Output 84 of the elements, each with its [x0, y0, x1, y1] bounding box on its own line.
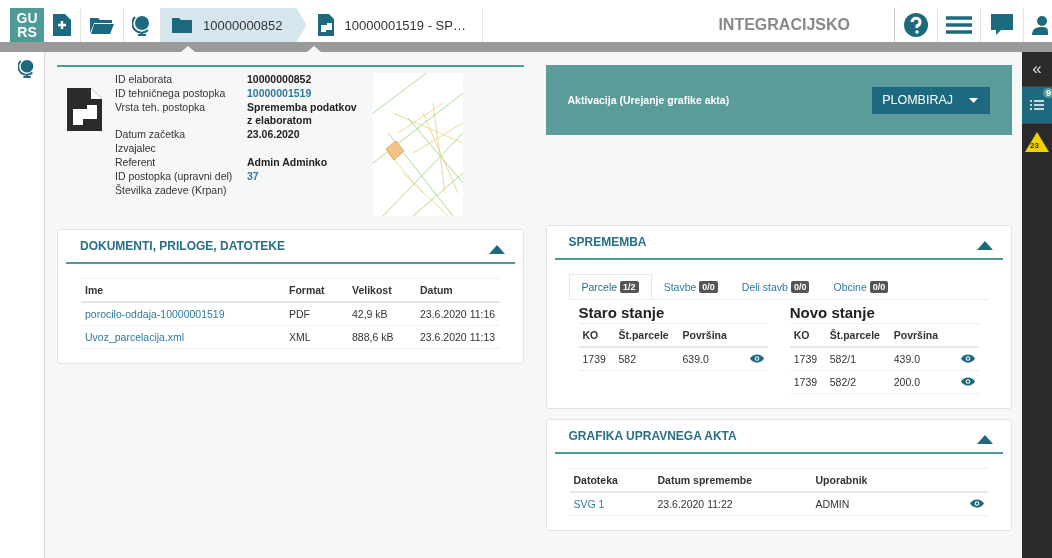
count-badge: 1/2 — [620, 281, 639, 293]
table-cell: 23.6.2020 11:22 — [657, 498, 733, 510]
logo: GU RS — [10, 8, 44, 42]
field-value: 10000000852 — [247, 73, 313, 86]
tab-pointer — [181, 46, 195, 52]
tab[interactable]: Obcine 0/0 — [821, 274, 901, 299]
eye-icon[interactable] — [749, 354, 764, 363]
table-cell: 439.0 — [893, 353, 921, 365]
file-link[interactable]: Uvoz_parcelacija.xml — [85, 331, 185, 343]
file-link[interactable]: SVG 1 — [573, 498, 605, 510]
table-cell: 1739 — [582, 353, 606, 365]
card-title: DOKUMENTI, PRILOGE, DATOTEKE — [80, 239, 285, 253]
activation-label: Aktivacija (Urejanje grafike akta) — [567, 94, 730, 106]
column-header: Površina — [889, 323, 953, 347]
field-value: Admin Adminko — [247, 156, 329, 169]
field-label: Številka zadeve (Krpan) — [115, 184, 228, 197]
column-header: Datoteka — [569, 468, 654, 492]
card-title: GRAFIKA UPRAVNEGA AKTA — [568, 429, 737, 443]
column-header: Št.parcele — [825, 323, 890, 347]
column-header: Ime — [81, 278, 285, 302]
warning-count: 23 — [1030, 141, 1039, 150]
checklist-icon[interactable] — [1030, 99, 1044, 111]
document-icon — [316, 13, 335, 37]
table-cell: ADMIN — [815, 498, 850, 510]
eye-icon[interactable] — [961, 377, 975, 386]
column-header: Površina — [678, 323, 742, 347]
tab[interactable]: Deli stavb 0/0 — [729, 274, 822, 299]
table-cell: 200.0 — [893, 376, 921, 388]
field-value: 23.06.2020 — [247, 128, 301, 141]
card-title: SPREMEMBA — [568, 235, 647, 249]
environment-label: INTEGRACIJSKO — [718, 16, 850, 34]
table-cell: 582 — [618, 353, 637, 365]
column-header: Format — [285, 278, 348, 302]
field-link[interactable]: 37 — [247, 170, 357, 183]
seal-button[interactable]: PLOMBIRAJ — [872, 86, 990, 114]
field-label: ID tehničnega postopka — [115, 87, 227, 100]
file-link[interactable]: porocilo-oddaja-10000001519 — [85, 308, 225, 320]
collapse-toggle-icon[interactable] — [488, 244, 505, 254]
folder-icon — [171, 16, 193, 34]
table-cell: 42,9 kB — [352, 308, 388, 320]
tab[interactable]: Stavbe 0/0 — [651, 274, 730, 299]
field-label: ID elaborata — [115, 73, 174, 86]
column-header: Datum spremembe — [653, 468, 812, 492]
table-cell: 1739 — [793, 376, 818, 388]
field-label: ID postopka (upravni del) — [115, 170, 234, 183]
warning-icon[interactable] — [1025, 132, 1049, 152]
field-label: Datum začetka — [115, 128, 187, 141]
table-cell: 582/2 — [829, 376, 857, 388]
field-link[interactable]: 10000001519 — [247, 87, 357, 100]
table-cell: 23.6.2020 11:13 — [420, 331, 496, 343]
field-label: Vrsta teh. postopka — [115, 101, 207, 115]
count-badge: 0/0 — [869, 280, 889, 293]
tab[interactable]: Parcele 1/2 — [568, 274, 652, 299]
collapse-toggle-icon[interactable] — [977, 240, 993, 250]
section-title: Novo stanje — [789, 304, 876, 321]
table-cell: 582/1 — [829, 353, 857, 365]
field-value: Sprememba podatkov z elaboratom — [247, 101, 357, 127]
column-header: Datum — [416, 278, 500, 302]
help-icon[interactable] — [894, 8, 938, 42]
table-cell: 639.0 — [682, 353, 709, 365]
collapse-button[interactable]: « — [1022, 52, 1052, 86]
section-title: Staro stanje — [578, 304, 666, 321]
document-icon — [65, 87, 103, 133]
eye-icon[interactable] — [970, 499, 984, 508]
table-cell: XML — [289, 331, 311, 343]
table-cell: PDF — [289, 308, 310, 320]
table-cell: 888,6 kB — [352, 331, 394, 343]
table-cell: 23.6.2020 11:16 — [420, 308, 496, 320]
column-header: Št.parcele — [614, 323, 679, 347]
eye-icon[interactable] — [961, 354, 975, 363]
column-header: Uporabnik — [811, 468, 941, 492]
column-header: Velikost — [348, 278, 416, 302]
count-badge: 0/0 — [790, 280, 810, 293]
field-label: Izvajalec — [115, 142, 157, 155]
breadcrumb-tab[interactable]: 10000000852 — [161, 8, 307, 42]
field-label: Referent — [115, 156, 157, 169]
caret-icon — [969, 97, 978, 103]
count-badge: 0/0 — [699, 280, 718, 293]
column-header: KO — [789, 323, 826, 347]
count-badge: 9 — [1043, 88, 1052, 98]
tab-pointer — [307, 46, 321, 52]
column-header: KO — [578, 323, 615, 347]
collapse-toggle-icon[interactable] — [977, 434, 993, 444]
table-cell: 1739 — [793, 353, 818, 365]
